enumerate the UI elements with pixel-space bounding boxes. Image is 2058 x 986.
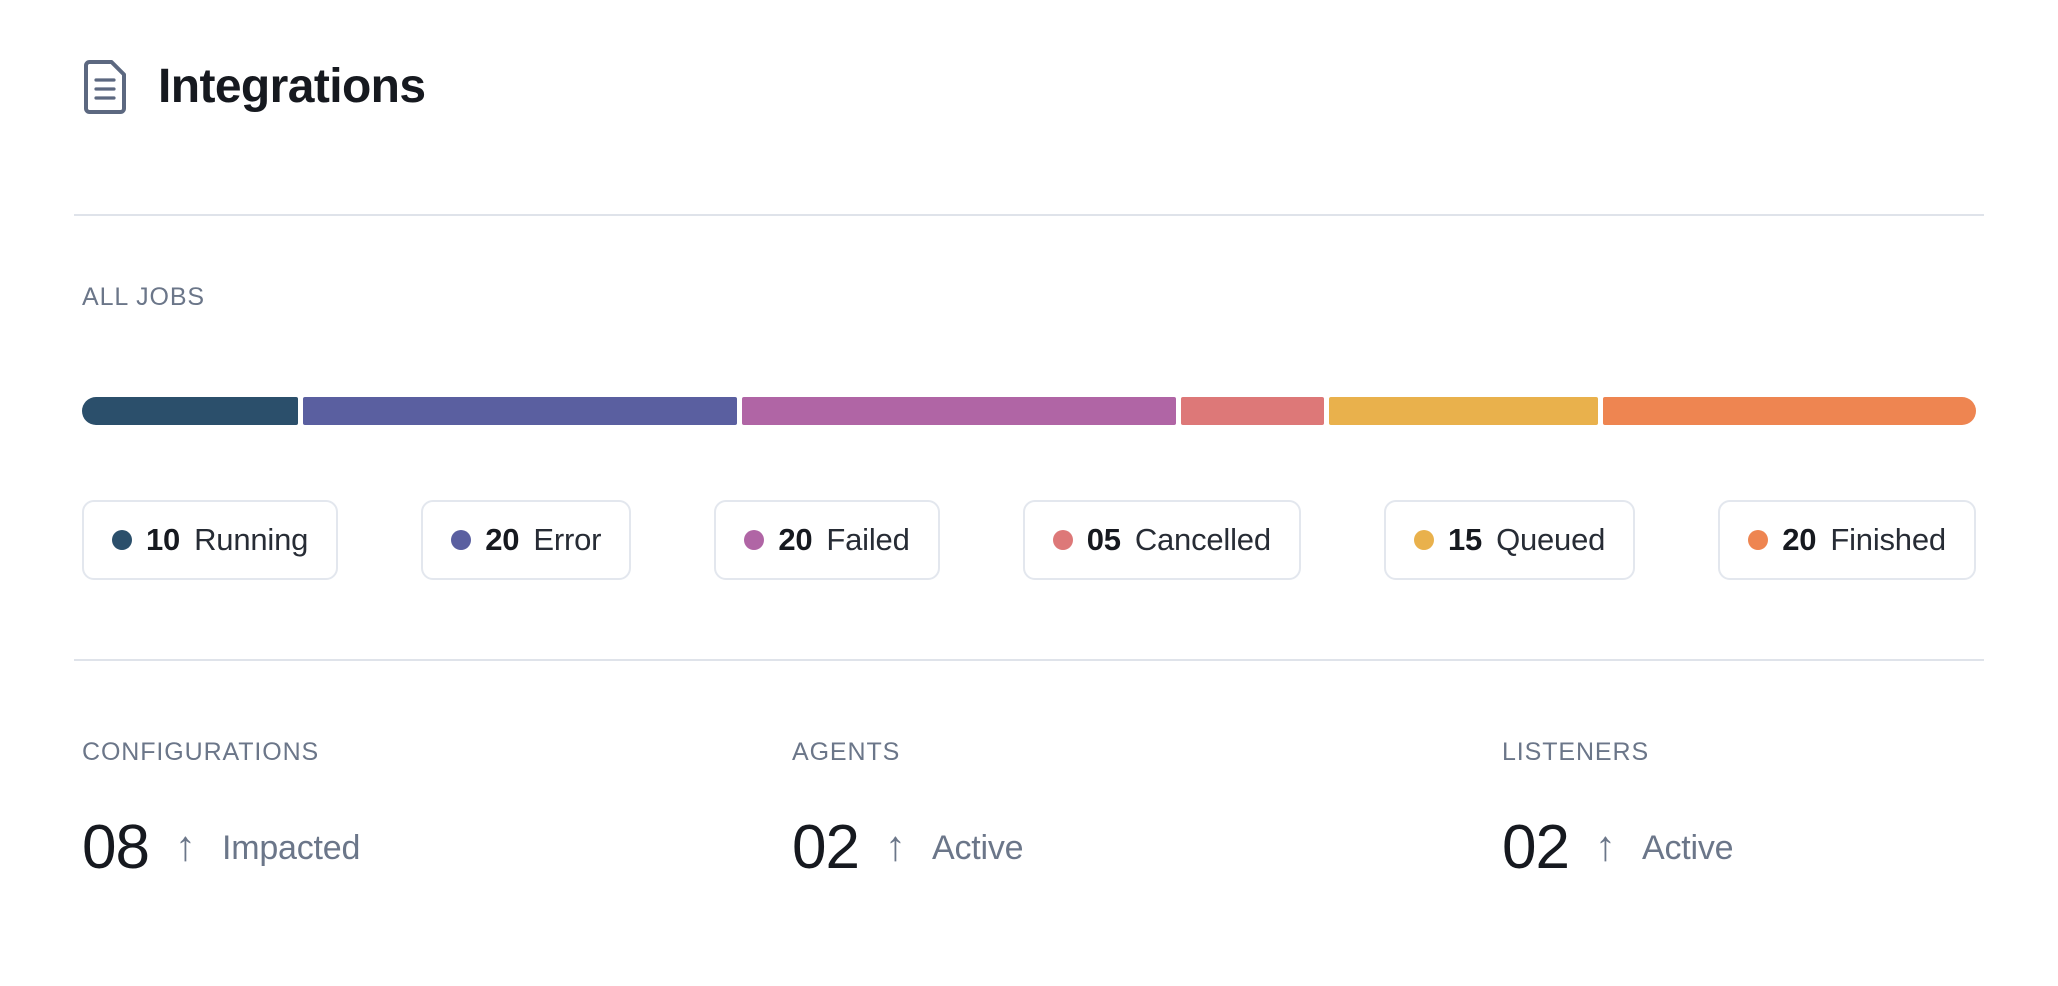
legend-label: Queued	[1496, 522, 1605, 558]
legend-chip-cancelled[interactable]: 05 Cancelled	[1023, 500, 1301, 580]
legend-label: Failed	[826, 522, 909, 558]
arrow-up-icon: ↑	[885, 825, 906, 867]
jobs-legend: 10 Running 20 Error 20 Failed 05 Cancelled 15 Que…	[82, 500, 1976, 580]
stat-status: Active	[1642, 831, 1733, 865]
page-title: Integrations	[158, 63, 426, 111]
bar-segment-running[interactable]	[82, 397, 298, 425]
document-icon	[82, 58, 128, 116]
arrow-up-icon: ↑	[1595, 825, 1616, 867]
stat-status: Impacted	[222, 831, 360, 865]
stat-block-agents: AGENTS 02 ↑ Active	[792, 740, 1502, 879]
stat-block-listeners: LISTENERS 02 ↑ Active	[1502, 740, 2058, 879]
status-dot-icon	[1414, 530, 1434, 550]
stat-title: LISTENERS	[1502, 740, 2058, 765]
legend-count: 20	[778, 522, 812, 558]
divider-top	[74, 214, 1984, 216]
page-header: Integrations	[82, 58, 426, 116]
bar-segment-cancelled[interactable]	[1181, 397, 1324, 425]
legend-label: Finished	[1830, 522, 1946, 558]
integrations-dashboard: Integrations ALL JOBS 10Running20Error20…	[0, 0, 2058, 986]
status-dot-icon	[744, 530, 764, 550]
stat-block-configurations: CONFIGURATIONS 08 ↑ Impacted	[82, 740, 792, 879]
jobs-status-bar	[82, 397, 1976, 425]
bar-segment-queued[interactable]	[1329, 397, 1598, 425]
legend-chip-failed[interactable]: 20 Failed	[714, 500, 939, 580]
legend-count: 20	[1782, 522, 1816, 558]
legend-chip-error[interactable]: 20 Error	[421, 500, 631, 580]
bar-segment-error[interactable]	[303, 397, 737, 425]
stat-row: 02 ↑ Active	[792, 817, 1502, 879]
arrow-up-icon: ↑	[175, 825, 196, 867]
stat-status: Active	[932, 831, 1023, 865]
legend-count: 10	[146, 522, 180, 558]
stat-value: 08	[82, 817, 149, 879]
divider-middle	[74, 659, 1984, 661]
status-dot-icon	[1748, 530, 1768, 550]
summary-stats: CONFIGURATIONS 08 ↑ Impacted AGENTS 02 ↑ Active…	[82, 740, 1976, 879]
stat-value: 02	[1502, 817, 1569, 879]
legend-label: Running	[194, 522, 308, 558]
stat-row: 02 ↑ Active	[1502, 817, 2058, 879]
all-jobs-label: ALL JOBS	[82, 283, 205, 312]
status-dot-icon	[1053, 530, 1073, 550]
stat-title: CONFIGURATIONS	[82, 740, 792, 765]
status-dot-icon	[112, 530, 132, 550]
legend-label: Error	[533, 522, 601, 558]
bar-segment-finished[interactable]	[1603, 397, 1976, 425]
stat-title: AGENTS	[792, 740, 1502, 765]
legend-chip-queued[interactable]: 15 Queued	[1384, 500, 1635, 580]
legend-chip-finished[interactable]: 20 Finished	[1718, 500, 1976, 580]
bar-segment-failed[interactable]	[742, 397, 1176, 425]
legend-chip-running[interactable]: 10 Running	[82, 500, 338, 580]
stat-value: 02	[792, 817, 859, 879]
stat-row: 08 ↑ Impacted	[82, 817, 792, 879]
status-dot-icon	[451, 530, 471, 550]
legend-count: 05	[1087, 522, 1121, 558]
legend-label: Cancelled	[1135, 522, 1271, 558]
legend-count: 15	[1448, 522, 1482, 558]
legend-count: 20	[485, 522, 519, 558]
